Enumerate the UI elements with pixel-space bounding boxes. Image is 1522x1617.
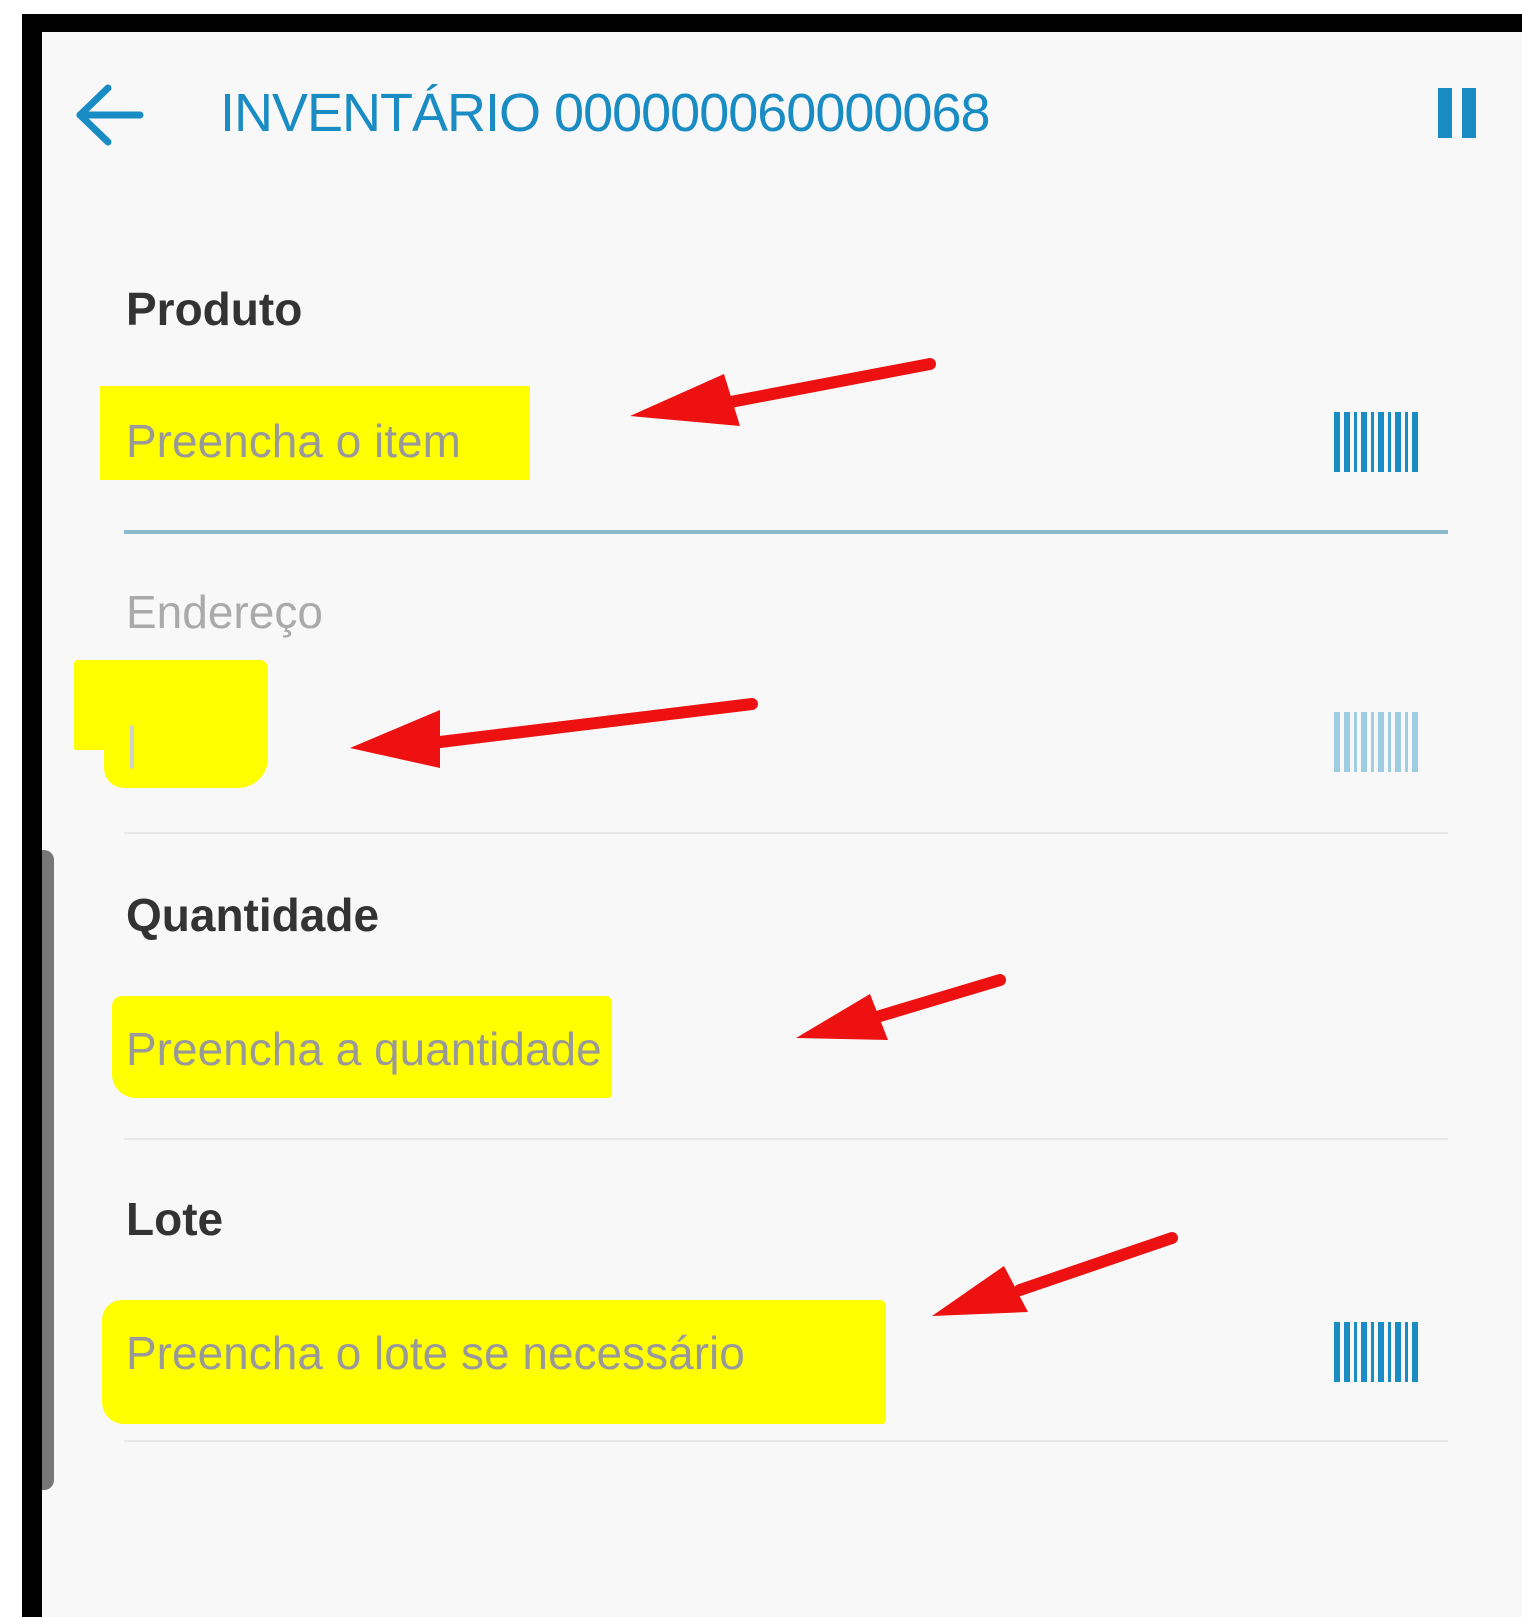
- endereco-input[interactable]: |: [126, 716, 138, 770]
- lote-underline: [124, 1440, 1448, 1442]
- page-title: INVENTÁRIO 000000060000068: [220, 83, 991, 143]
- pause-icon-bar-right: [1462, 88, 1476, 138]
- barcode-icon[interactable]: [1334, 1322, 1418, 1382]
- screenshot-border-top: [22, 14, 1522, 32]
- back-button[interactable]: [70, 80, 150, 150]
- produto-underline: [124, 530, 1448, 534]
- produto-label: Produto: [126, 283, 303, 335]
- arrow-left-icon: [76, 84, 144, 146]
- barcode-icon[interactable]: [1334, 412, 1418, 472]
- side-edge-bar: [42, 850, 54, 1490]
- endereco-underline: [124, 832, 1448, 834]
- produto-input[interactable]: Preencha o item: [126, 414, 461, 468]
- quantidade-label: Quantidade: [126, 889, 380, 941]
- endereco-label: Endereço: [126, 586, 323, 638]
- pause-button[interactable]: [1438, 88, 1488, 148]
- barcode-icon: [1334, 712, 1418, 772]
- screenshot-border-left: [22, 14, 42, 1617]
- lote-label: Lote: [126, 1193, 224, 1245]
- quantidade-underline: [124, 1138, 1448, 1140]
- pause-icon-bar-left: [1438, 88, 1452, 138]
- quantidade-input[interactable]: Preencha a quantidade: [126, 1022, 602, 1076]
- lote-input[interactable]: Preencha o lote se necessário: [126, 1326, 745, 1380]
